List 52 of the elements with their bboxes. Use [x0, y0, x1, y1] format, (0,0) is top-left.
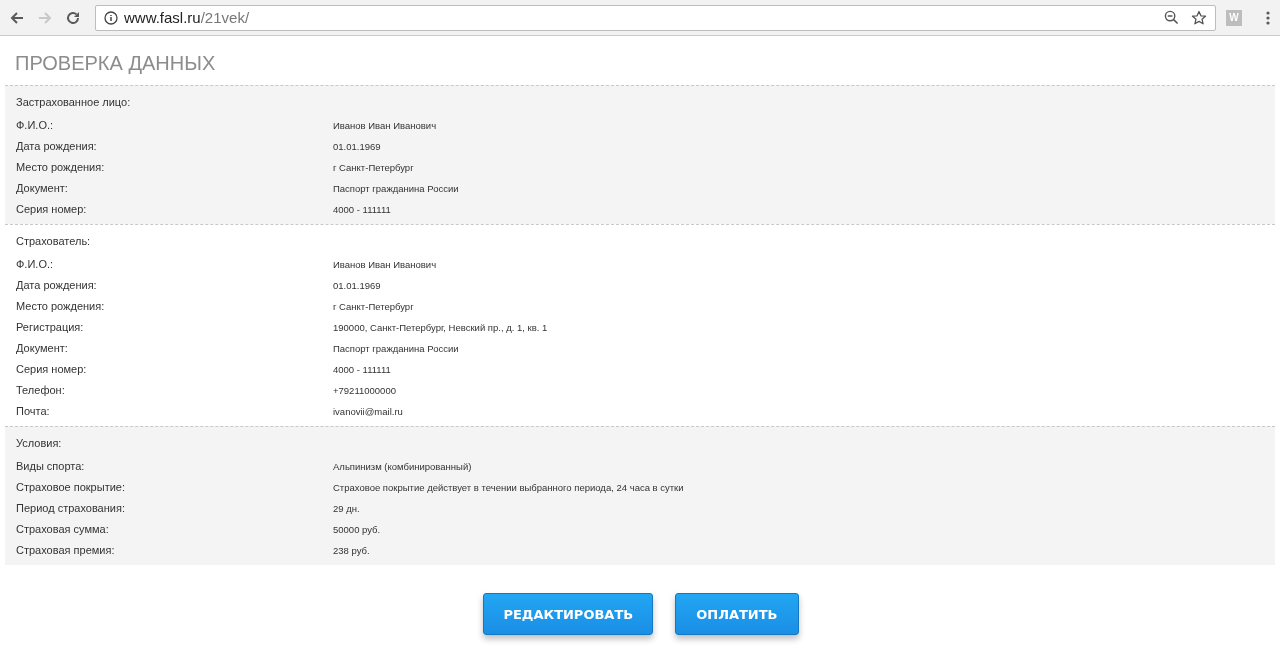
field-value: Страховое покрытие действует в течении выбранного периода, 24 часа в сутки: [333, 481, 684, 495]
url-host: www.fasl.ru: [124, 9, 201, 26]
field-label: Дата рождения:: [16, 139, 98, 154]
field-value: г Санкт-Петербург: [333, 161, 414, 175]
field-label: Телефон:: [16, 383, 66, 398]
field-value: 01.01.1969: [333, 140, 381, 154]
action-button[interactable]: РЕДАКТИРОВАТЬ: [483, 593, 654, 635]
field-label: Виды спорта:: [16, 459, 86, 474]
field-value: 4000 - 111111: [333, 203, 391, 217]
extension-button[interactable]: W: [1226, 9, 1242, 26]
field-label: Место рождения:: [16, 160, 106, 175]
field-value: г Санкт-Петербург: [333, 300, 414, 314]
field-value: Паспорт гражданина России: [333, 182, 459, 196]
field-value: Паспорт гражданина России: [333, 342, 459, 356]
star-icon[interactable]: [1191, 9, 1207, 26]
field-label: Страховое покрытие:: [16, 480, 126, 495]
field-label: Серия номер:: [16, 362, 88, 377]
field-value: 238 руб.: [333, 544, 370, 558]
url-path: /21vek/: [200, 9, 250, 26]
field-label: Страховая премия:: [16, 543, 116, 558]
field-value: Иванов Иван Иванович: [333, 119, 437, 133]
back-arrow-icon[interactable]: [9, 9, 25, 26]
reload-icon[interactable]: [65, 9, 81, 26]
address-bar[interactable]: www.fasl.ru/21vek/: [95, 4, 1216, 31]
field-value: 190000, Санкт-Петербург, Невский пр., д. 1, кв. 1: [333, 321, 548, 335]
page-title: ПРОВЕРКА ДАННЫХ: [15, 51, 217, 76]
zoom-out-icon[interactable]: [1164, 10, 1179, 25]
field-label: Дата рождения:: [16, 278, 98, 293]
field-value: 4000 - 111111: [333, 363, 391, 377]
field-label: Страховая сумма:: [16, 522, 110, 537]
field-value: Иванов Иван Иванович: [333, 258, 437, 272]
field-value: 29 дн.: [333, 502, 360, 516]
field-value: +79211000000: [333, 384, 396, 398]
field-label: Регистрация:: [16, 320, 85, 335]
field-value: Альпинизм (комбинированный): [333, 460, 472, 474]
field-label: Место рождения:: [16, 299, 106, 314]
field-label: Серия номер:: [16, 202, 88, 217]
field-label: Документ:: [16, 181, 69, 196]
field-value: 50000 руб.: [333, 523, 381, 537]
field-label: Ф.И.О.:: [16, 118, 55, 133]
action-button[interactable]: ОПЛАТИТЬ: [675, 593, 799, 635]
field-label: Период страхования:: [16, 501, 126, 516]
info-icon[interactable]: [104, 10, 118, 25]
menu-icon[interactable]: [1266, 9, 1270, 26]
field-label: Ф.И.О.:: [16, 257, 55, 272]
field-value: 01.01.1969: [333, 279, 381, 293]
section-heading: Условия:: [16, 436, 63, 451]
section-heading: Страхователь:: [16, 234, 92, 249]
section-heading: Застрахованное лицо:: [16, 95, 132, 110]
field-label: Документ:: [16, 341, 69, 356]
field-value: ivanovii@mail.ru: [333, 405, 403, 419]
field-label: Почта:: [16, 404, 51, 419]
